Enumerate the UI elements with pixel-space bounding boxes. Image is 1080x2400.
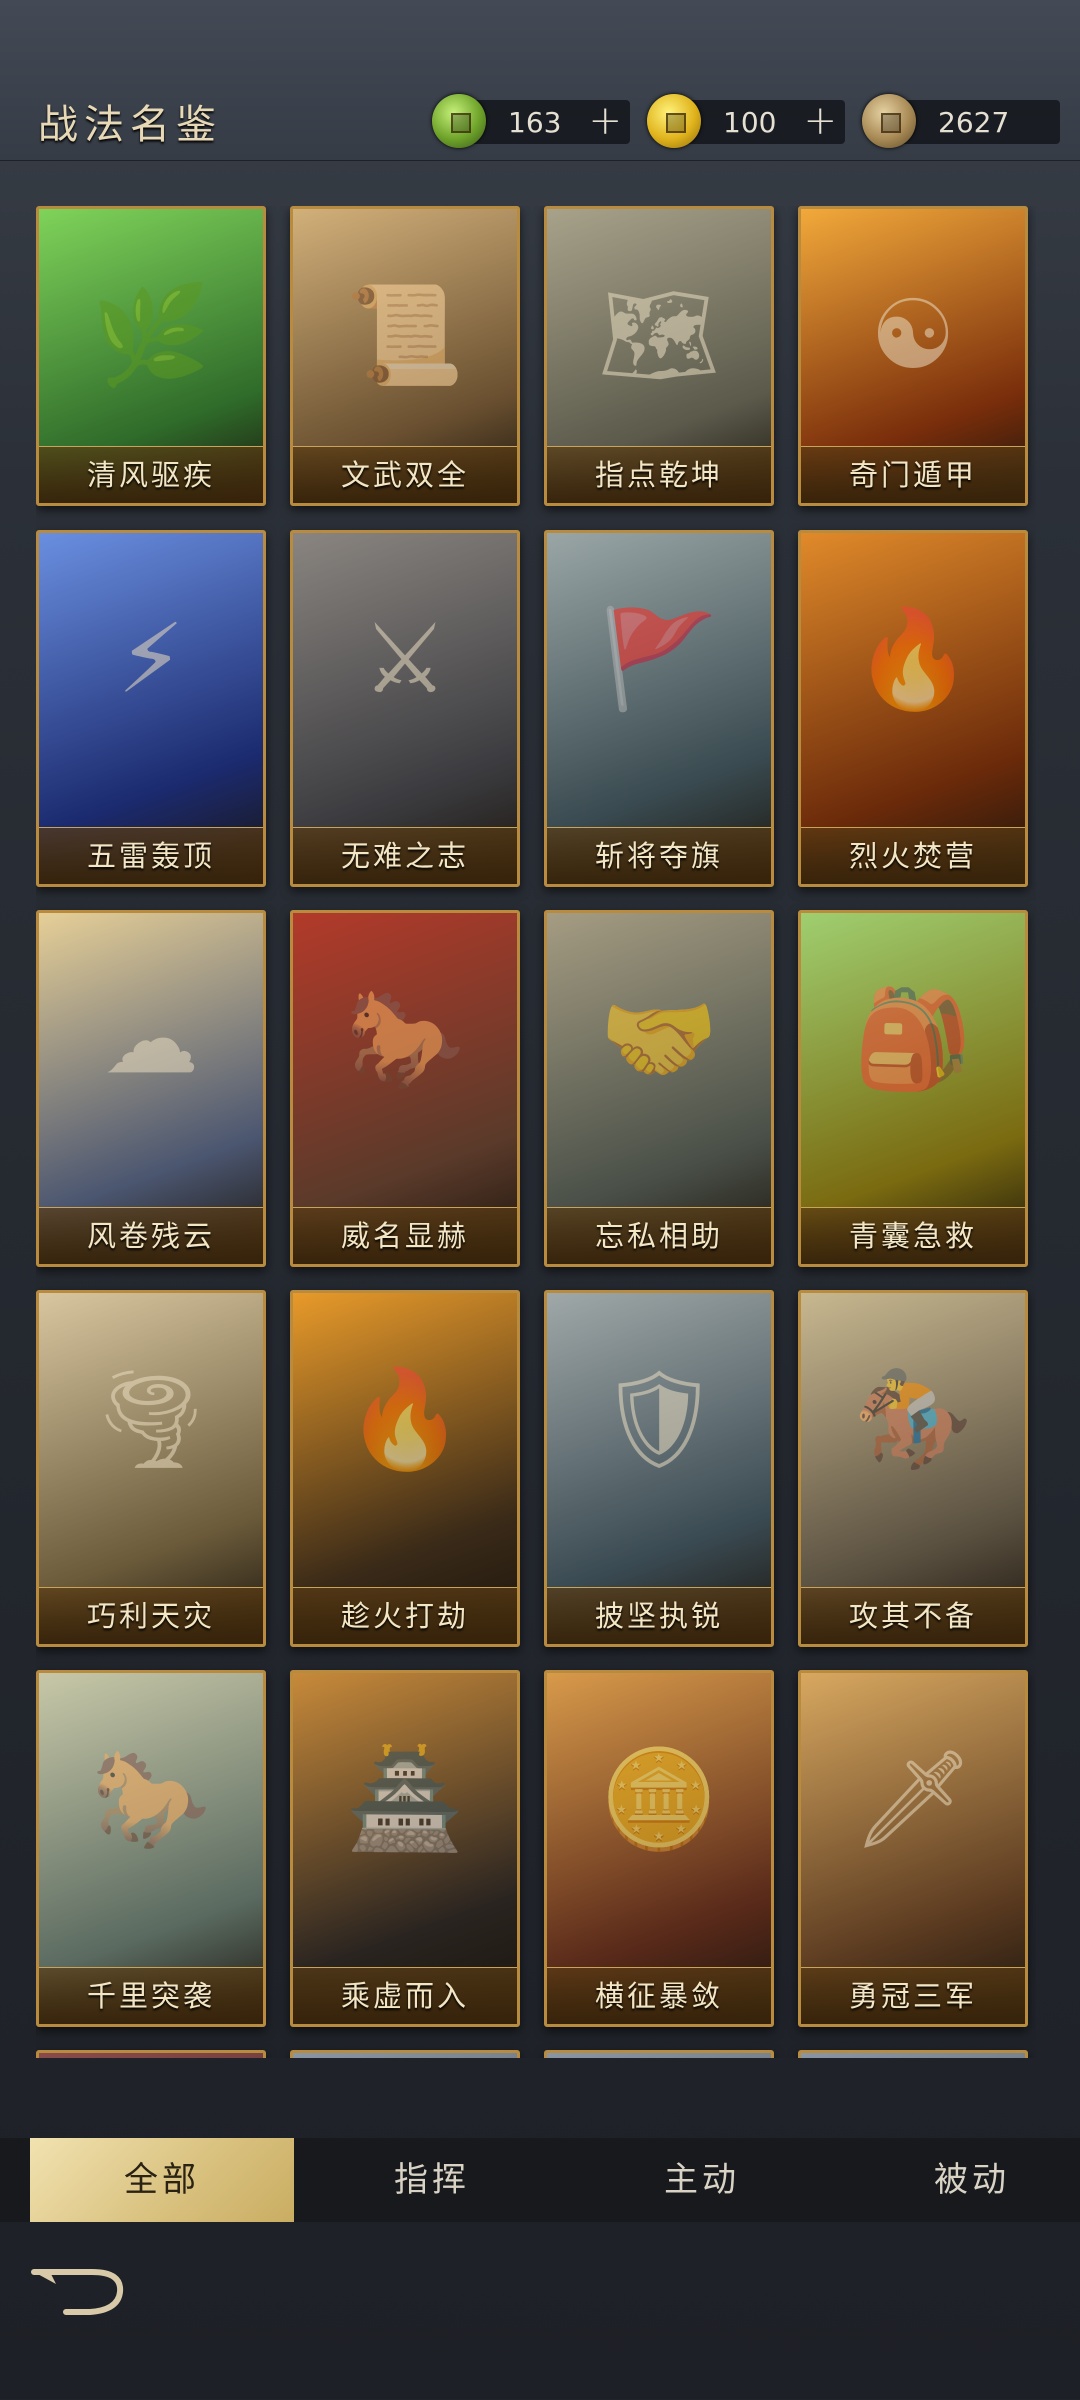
card-art-icon: 🐎 <box>91 1743 211 1855</box>
tab-command[interactable]: 指挥 <box>300 2138 564 2222</box>
card-art-icon: ☁ <box>103 983 199 1095</box>
gold-currency: 100 + <box>647 94 845 148</box>
jade-coin-icon <box>432 94 486 148</box>
tactic-card[interactable]: 🔥 烈火焚营 <box>798 530 1028 887</box>
card-art-icon: 🏇 <box>853 1363 973 1475</box>
tactic-card[interactable]: ⚔ 无难之志 <box>290 530 520 887</box>
card-art-icon: ⚔ <box>361 603 449 715</box>
card-title: 横征暴敛 <box>547 1967 771 2024</box>
page-title: 战法名鉴 <box>38 102 222 148</box>
card-art <box>801 2053 1025 2058</box>
tactic-card[interactable]: 📜 文武双全 <box>290 206 520 506</box>
card-title: 奇门遁甲 <box>801 446 1025 503</box>
card-title: 乘虚而入 <box>293 1967 517 2024</box>
card-title: 趁火打劫 <box>293 1587 517 1644</box>
tactic-card[interactable]: 🐎 威名显赫 <box>290 910 520 1267</box>
tactic-card[interactable] <box>544 2050 774 2058</box>
card-title: 无难之志 <box>293 827 517 884</box>
card-title: 斩将夺旗 <box>547 827 771 884</box>
tactic-card[interactable]: 🔥 趁火打劫 <box>290 1290 520 1647</box>
card-title: 指点乾坤 <box>547 446 771 503</box>
card-art-icon: 🚩 <box>599 603 719 715</box>
jade-currency: 163 + <box>432 94 630 148</box>
card-art-icon: 🏯 <box>345 1743 465 1855</box>
card-art-icon: 🗡 <box>852 1743 974 1855</box>
card-art <box>39 2053 263 2058</box>
card-art-icon: 🔥 <box>345 1363 465 1475</box>
tactic-card[interactable]: 🌪 巧利天灾 <box>36 1290 266 1647</box>
tactic-card[interactable]: 🌿 清风驱疾 <box>36 206 266 506</box>
tactic-card[interactable]: 🪙 横征暴敛 <box>544 1670 774 2027</box>
back-button[interactable] <box>30 2262 130 2318</box>
tactic-card-grid[interactable]: 🌿 清风驱疾 📜 文武双全 🗺 指点乾坤 ☯ 奇门遁甲 ⚡ 五雷轰顶 ⚔ 无难之志 🚩 斩将夺旗 🔥 烈火焚营… <box>36 206 1036 2058</box>
card-art-icon: 🗺 <box>598 279 720 391</box>
card-title: 文武双全 <box>293 446 517 503</box>
add-jade-button[interactable]: + <box>588 98 622 144</box>
tactic-card[interactable]: 🤝 忘私相助 <box>544 910 774 1267</box>
card-title: 忘私相助 <box>547 1207 771 1264</box>
card-title: 攻其不备 <box>801 1587 1025 1644</box>
copper-coin-icon <box>862 94 916 148</box>
tactic-card[interactable]: 🛡 披坚执锐 <box>544 1290 774 1647</box>
card-art-icon: 🪙 <box>599 1743 719 1855</box>
filter-tab-bar: 全部 指挥 主动 被动 <box>0 2138 1080 2222</box>
tactic-card[interactable]: 🚩 斩将夺旗 <box>544 530 774 887</box>
add-gold-button[interactable]: + <box>803 98 837 144</box>
card-art-icon: 🤝 <box>599 983 719 1095</box>
card-title: 烈火焚营 <box>801 827 1025 884</box>
tactic-card[interactable]: 🏯 乘虚而入 <box>290 1670 520 2027</box>
card-title: 威名显赫 <box>293 1207 517 1264</box>
tab-all[interactable]: 全部 <box>30 2138 294 2222</box>
card-art <box>293 2053 517 2058</box>
tactic-card[interactable] <box>290 2050 520 2058</box>
card-title: 巧利天灾 <box>39 1587 263 1644</box>
tactic-card[interactable]: ☁ 风卷残云 <box>36 910 266 1267</box>
card-title: 勇冠三军 <box>801 1967 1025 2024</box>
card-title: 清风驱疾 <box>39 446 263 503</box>
card-title: 披坚执锐 <box>547 1587 771 1644</box>
tactic-card[interactable]: 🗺 指点乾坤 <box>544 206 774 506</box>
card-title: 青囊急救 <box>801 1207 1025 1264</box>
card-title: 千里突袭 <box>39 1967 263 2024</box>
tab-active[interactable]: 主动 <box>570 2138 834 2222</box>
card-art-icon: ⚡ <box>117 603 185 715</box>
card-art-icon: 🔥 <box>853 603 973 715</box>
card-title: 风卷残云 <box>39 1207 263 1264</box>
tactic-card[interactable]: ☯ 奇门遁甲 <box>798 206 1028 506</box>
tactic-card[interactable]: 🗡 勇冠三军 <box>798 1670 1028 2027</box>
card-art <box>547 2053 771 2058</box>
card-art-icon: ☯ <box>869 279 957 391</box>
tactic-card[interactable] <box>798 2050 1028 2058</box>
tactic-card[interactable]: 🐎 千里突袭 <box>36 1670 266 2027</box>
card-art-icon: 🐎 <box>345 983 465 1095</box>
tactic-card[interactable]: 🏇 攻其不备 <box>798 1290 1028 1647</box>
card-art-icon: 📜 <box>345 279 465 391</box>
jade-amount: 163 <box>508 106 562 139</box>
tactic-card[interactable]: 🎒 青囊急救 <box>798 910 1028 1267</box>
copper-currency: 2627 <box>862 94 1060 148</box>
card-art-icon: 🛡 <box>598 1363 720 1475</box>
tab-passive[interactable]: 被动 <box>840 2138 1080 2222</box>
top-bar: 战法名鉴 163 + 100 + 2627 <box>0 0 1080 161</box>
gold-coin-icon <box>647 94 701 148</box>
card-art-icon: 🎒 <box>853 983 973 1095</box>
card-art-icon: 🌪 <box>90 1363 212 1475</box>
back-arrow-icon <box>31 2269 124 2315</box>
gold-amount: 100 <box>723 106 777 139</box>
tactic-card[interactable] <box>36 2050 266 2058</box>
card-title: 五雷轰顶 <box>39 827 263 884</box>
card-art-icon: 🌿 <box>91 279 211 391</box>
tactic-card[interactable]: ⚡ 五雷轰顶 <box>36 530 266 887</box>
copper-amount: 2627 <box>938 106 1010 139</box>
